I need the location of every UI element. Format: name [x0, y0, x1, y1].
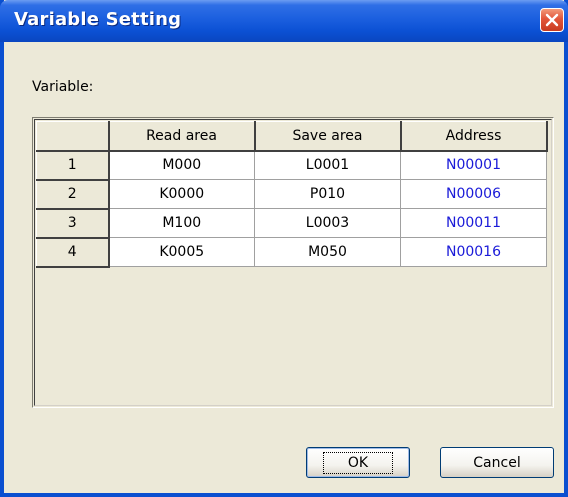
title-bar[interactable]: Variable Setting: [0, 0, 568, 42]
table-row: 3 M100 L0003 N00011: [36, 208, 547, 239]
variable-grid[interactable]: Read area Save area Address 1 M000 L0001…: [32, 117, 554, 408]
row-header[interactable]: 3: [36, 208, 110, 239]
ok-button-label: OK: [322, 451, 394, 474]
address-cell[interactable]: N00016: [400, 237, 547, 267]
cancel-button-label: Cancel: [473, 454, 521, 471]
row-header[interactable]: 4: [36, 237, 110, 268]
row-header[interactable]: 2: [36, 179, 110, 210]
grid-body: Read area Save area Address 1 M000 L0001…: [34, 119, 552, 406]
window-title: Variable Setting: [14, 9, 182, 30]
save-area-cell[interactable]: L0003: [254, 208, 401, 238]
header-row: Read area Save area Address: [36, 121, 548, 152]
variable-label: Variable:: [32, 79, 94, 95]
close-icon: [545, 13, 559, 27]
read-area-cell[interactable]: K0005: [108, 237, 255, 267]
close-button[interactable]: [540, 8, 564, 32]
column-header-address[interactable]: Address: [400, 121, 548, 152]
row-header[interactable]: 1: [36, 150, 110, 181]
column-header-read-area[interactable]: Read area: [108, 121, 256, 152]
corner-header: [36, 121, 110, 152]
table-row: 1 M000 L0001 N00001: [36, 150, 547, 181]
save-area-cell[interactable]: M050: [254, 237, 401, 267]
save-area-cell[interactable]: P010: [254, 179, 401, 209]
address-cell[interactable]: N00001: [400, 150, 547, 180]
save-area-cell[interactable]: L0001: [254, 150, 401, 180]
table-row: 4 K0005 M050 N00016: [36, 237, 547, 268]
address-cell[interactable]: N00011: [400, 208, 547, 238]
read-area-cell[interactable]: K0000: [108, 179, 255, 209]
read-area-cell[interactable]: M100: [108, 208, 255, 238]
cancel-button[interactable]: Cancel: [440, 447, 554, 478]
address-cell[interactable]: N00006: [400, 179, 547, 209]
column-header-save-area[interactable]: Save area: [254, 121, 402, 152]
variable-table: Read area Save area Address 1 M000 L0001…: [36, 121, 548, 268]
read-area-cell[interactable]: M000: [108, 150, 255, 180]
ok-button[interactable]: OK: [306, 447, 410, 478]
table-row: 2 K0000 P010 N00006: [36, 179, 547, 210]
